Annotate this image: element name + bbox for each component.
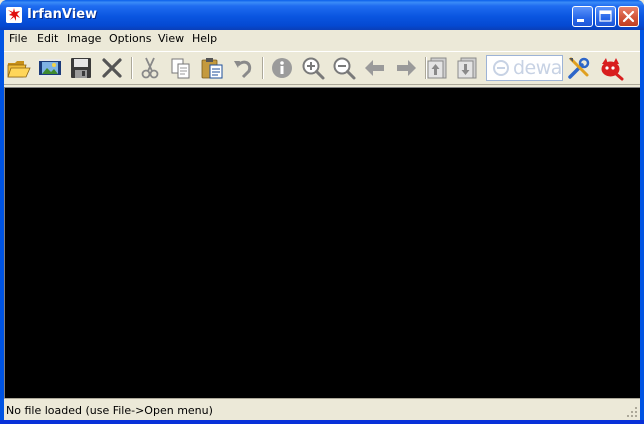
save-icon [71,58,91,78]
cut-icon [141,57,159,79]
maximize-icon [599,10,612,22]
irfanview-window: IrfanView File Edit Image Options View H… [0,0,644,424]
cut-button[interactable] [137,55,163,81]
next-button[interactable] [393,55,419,81]
menu-help[interactable]: Help [192,32,217,45]
image-viewport[interactable] [4,87,640,398]
status-bar: No file loaded (use File->Open menu) [4,398,640,420]
next-icon [397,60,416,76]
window-title: IrfanView [27,7,98,22]
zoom-in-icon [302,57,325,80]
previous-button[interactable] [362,55,388,81]
title-bar[interactable]: IrfanView [0,0,644,30]
toolbar: deway [4,51,640,85]
open-folder-icon [7,61,31,78]
sponsor-logo-icon [493,60,509,76]
status-text: No file loaded (use File->Open menu) [6,404,213,417]
close-icon [622,10,635,23]
copy-button[interactable] [168,55,194,81]
last-page-button[interactable] [455,55,481,81]
info-button[interactable] [269,55,295,81]
properties-button[interactable] [566,55,592,81]
paste-button[interactable] [199,55,225,81]
close-button[interactable] [618,6,639,27]
slideshow-button[interactable] [37,55,63,81]
save-button[interactable] [68,55,94,81]
info-icon [272,58,292,78]
minimize-icon [577,19,584,22]
window-bottom-border [0,420,644,424]
irfanview-cat-icon [601,58,624,81]
delete-icon [102,58,122,78]
toolbar-separator [262,57,264,79]
resize-grip-icon[interactable] [626,406,638,418]
irfanview-app-icon [6,7,22,23]
zoom-in-button[interactable] [300,55,326,81]
menu-edit[interactable]: Edit [37,32,58,45]
maximize-button[interactable] [595,6,616,27]
sponsor-ad-text: deway [513,57,562,79]
paste-icon [201,58,223,79]
copy-icon [171,58,190,79]
menu-bar: File Edit Image Options View Help [4,30,640,49]
undo-icon [234,60,252,79]
properties-icon [568,57,590,79]
first-page-icon [427,57,447,79]
zoom-out-button[interactable] [331,55,357,81]
minimize-button[interactable] [572,6,593,27]
menu-file[interactable]: File [9,32,27,45]
open-button[interactable] [6,55,32,81]
menu-image[interactable]: Image [67,32,101,45]
undo-button[interactable] [230,55,256,81]
previous-icon [365,60,384,76]
zoom-out-icon [333,57,356,80]
slideshow-icon [39,59,61,77]
window-client-area: File Edit Image Options View Help dewa N… [4,30,640,424]
last-page-icon [457,57,477,79]
first-page-button[interactable] [425,55,451,81]
menu-options[interactable]: Options [109,32,151,45]
irfanview-button[interactable] [598,55,624,81]
sponsor-ad-box[interactable]: deway [486,55,563,81]
toolbar-separator [131,57,133,79]
delete-button[interactable] [99,55,125,81]
menu-view[interactable]: View [158,32,184,45]
